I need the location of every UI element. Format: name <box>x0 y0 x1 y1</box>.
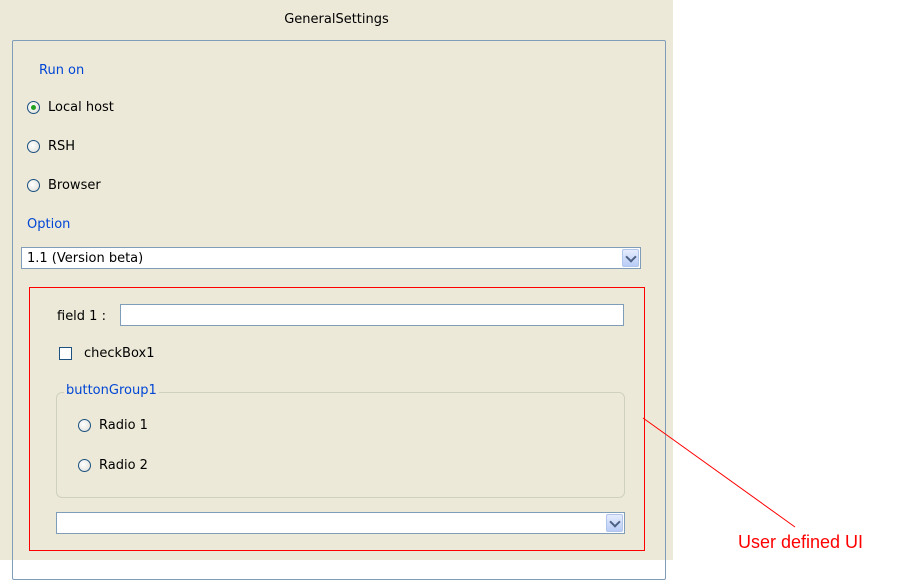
annotation-label: User defined UI <box>738 532 864 552</box>
annotation-pointer-line <box>642 417 796 528</box>
